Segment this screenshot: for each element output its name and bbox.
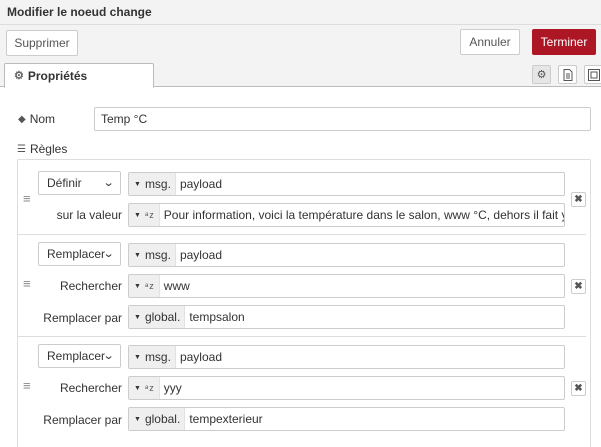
rule-3-search-input[interactable]: ▼ ᵃz yyy <box>128 376 565 400</box>
rule-2-replace-type[interactable]: ▼ global. <box>129 306 186 328</box>
caret-down-icon: ▼ <box>134 353 141 361</box>
rule-1-value: Pour information, voici la température d… <box>163 208 565 222</box>
node-settings-button[interactable]: ⚙ <box>532 65 551 84</box>
rule-1-value-type[interactable]: ▼ ᵃz <box>129 204 160 226</box>
rule-3-action: Remplacer <box>47 349 106 363</box>
rule-2-replace-value: tempsalon <box>189 310 245 324</box>
rule-2-action-select[interactable]: Remplacer ⌄ <box>38 242 121 266</box>
chevron-down-icon: ⌄ <box>102 350 115 362</box>
rule-3-target-input[interactable]: ▼ msg. payload <box>128 345 565 369</box>
rule-2-search-type[interactable]: ▼ ᵃz <box>129 275 160 297</box>
close-icon: ✖ <box>574 383 583 394</box>
rule-2-remove-button[interactable]: ✖ <box>571 279 586 294</box>
close-icon: ✖ <box>574 281 583 292</box>
rule-2-search-value: www <box>163 279 190 293</box>
document-icon <box>563 68 572 81</box>
tab-properties-label: Propriétés <box>27 68 88 83</box>
rule-1-target-input[interactable]: ▼ msg. payload <box>128 172 565 196</box>
name-label-row: ◆ Nom <box>18 112 55 126</box>
gear-icon: ⚙ <box>536 69 547 81</box>
tag-icon: ◆ <box>18 113 26 125</box>
rule-divider <box>18 234 586 235</box>
caret-down-icon: ▼ <box>134 180 141 188</box>
done-button[interactable]: Terminer <box>532 29 596 55</box>
rule-3-target-value: payload <box>179 350 222 364</box>
rule-3-target-type[interactable]: ▼ msg. <box>129 346 176 368</box>
dialog-title: Modifier le noeud change <box>7 5 152 19</box>
rule-2-action: Remplacer <box>47 247 106 261</box>
list-icon: ☰ <box>17 143 26 155</box>
rule-2-target-input[interactable]: ▼ msg. payload <box>128 243 565 267</box>
tab-bar: ⚙ Propriétés ⚙ <box>0 63 601 88</box>
rule-3-replace-label: Remplacer par <box>43 413 122 427</box>
string-type-icon: ᵃz <box>144 383 155 393</box>
caret-down-icon: ▼ <box>134 251 141 259</box>
dialog-toolbar: Supprimer Annuler Terminer <box>0 25 601 63</box>
rule-1-remove-button[interactable]: ✖ <box>571 192 586 207</box>
rules-label: Règles <box>29 142 68 156</box>
rule-divider <box>18 336 586 337</box>
node-description-button[interactable] <box>558 65 577 84</box>
name-label: Nom <box>29 112 56 126</box>
close-icon: ✖ <box>574 194 583 205</box>
rule-3-remove-button[interactable]: ✖ <box>571 381 586 396</box>
rule-3-replace-value: tempexterieur <box>189 412 263 426</box>
rule-3-search-label: Rechercher <box>59 381 122 395</box>
rule-2-target-type[interactable]: ▼ msg. <box>129 244 176 266</box>
gear-icon: ⚙ <box>14 70 24 82</box>
rule-1-target-value: payload <box>179 177 222 191</box>
rule-3-replace-type[interactable]: ▼ global. <box>129 408 186 430</box>
dialog-header: Modifier le noeud change <box>0 0 601 25</box>
rule-2-replace-label: Remplacer par <box>43 311 122 325</box>
rule-1-action: Définir <box>47 176 82 190</box>
drag-handle-icon[interactable]: ≡ <box>23 378 31 393</box>
drag-handle-icon[interactable]: ≡ <box>23 191 31 206</box>
string-type-icon: ᵃz <box>144 210 155 220</box>
tab-properties[interactable]: ⚙ Propriétés <box>4 63 154 88</box>
rule-1-action-select[interactable]: Définir ⌄ <box>38 171 121 195</box>
rule-2-target-value: payload <box>179 248 222 262</box>
rule-2-search-input[interactable]: ▼ ᵃz www <box>128 274 565 298</box>
rules-label-row: ☰ Règles <box>17 142 67 156</box>
caret-down-icon: ▼ <box>134 384 141 392</box>
rule-1-to-label: sur la valeur <box>56 208 122 222</box>
rule-3-action-select[interactable]: Remplacer ⌄ <box>38 344 121 368</box>
rule-1-value-input[interactable]: ▼ ᵃz Pour information, voici la températu… <box>128 203 565 227</box>
caret-down-icon: ▼ <box>134 282 141 290</box>
rule-2-replace-input[interactable]: ▼ global. tempsalon <box>128 305 565 329</box>
rule-3-search-type[interactable]: ▼ ᵃz <box>129 377 160 399</box>
node-appearance-button[interactable] <box>584 65 601 84</box>
rule-1-target-type[interactable]: ▼ msg. <box>129 173 176 195</box>
caret-down-icon: ▼ <box>134 211 141 219</box>
rule-3-search-value: yyy <box>163 381 182 395</box>
rule-3-replace-input[interactable]: ▼ global. tempexterieur <box>128 407 565 431</box>
drag-handle-icon[interactable]: ≡ <box>23 276 31 291</box>
delete-button[interactable]: Supprimer <box>6 30 78 56</box>
frame-icon <box>587 68 600 81</box>
chevron-down-icon: ⌄ <box>102 177 115 189</box>
rule-2-search-label: Rechercher <box>59 279 122 293</box>
caret-down-icon: ▼ <box>134 313 141 321</box>
chevron-down-icon: ⌄ <box>102 248 115 260</box>
caret-down-icon: ▼ <box>134 415 141 423</box>
cancel-button[interactable]: Annuler <box>460 29 520 55</box>
name-input[interactable]: Temp °C <box>94 107 591 131</box>
string-type-icon: ᵃz <box>144 281 155 291</box>
